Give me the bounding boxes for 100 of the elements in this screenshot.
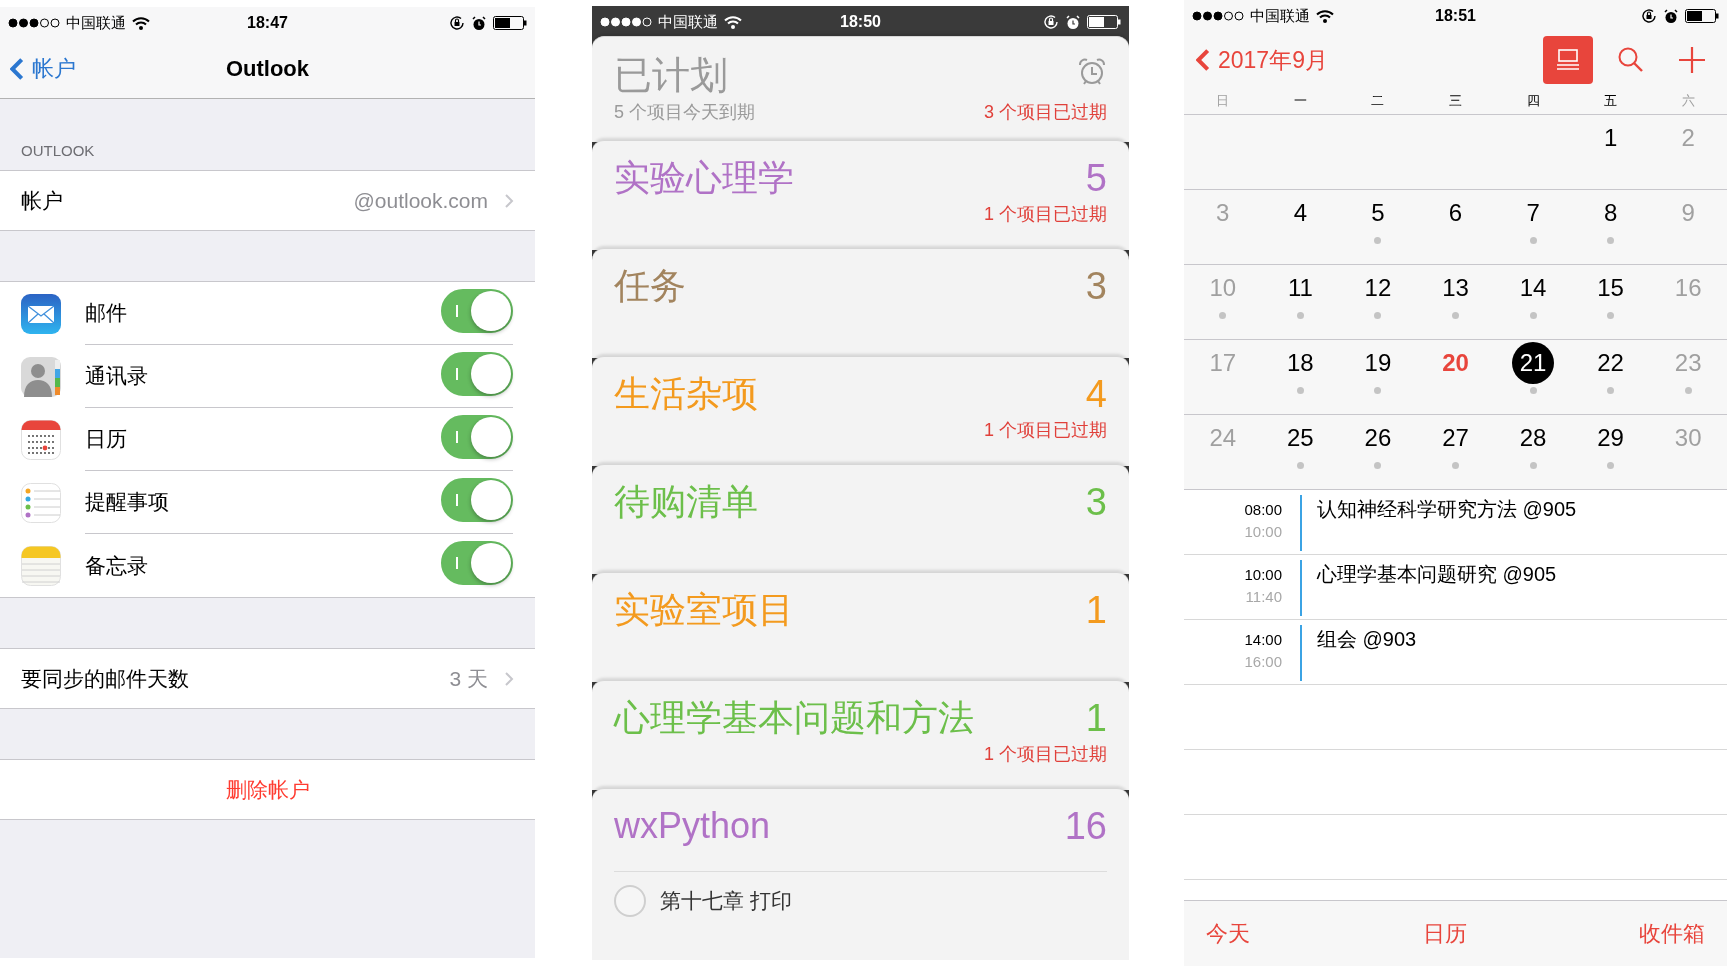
back-chevron-icon (1196, 48, 1210, 72)
carrier-name: 中国联通 (658, 11, 718, 32)
status-time: 18:47 (247, 13, 288, 33)
day-number[interactable]: 29 (1589, 417, 1632, 459)
overdue-text: 3 个项目已过期 (984, 101, 1107, 124)
toggle-label: 提醒事项 (85, 489, 169, 516)
toggle-switch[interactable] (441, 288, 513, 333)
notepad-icon (21, 545, 61, 586)
screen-title: Outlook (225, 55, 310, 83)
list-view-button[interactable] (1543, 36, 1593, 84)
battery-icon (493, 16, 527, 30)
rotation-lock-icon (449, 15, 465, 31)
signal-icon (8, 18, 60, 28)
row-label: 帐户 (21, 187, 63, 214)
delete-account-button[interactable]: 删除帐户 (0, 759, 535, 820)
toggle-switch[interactable] (441, 414, 513, 459)
toggle-label: 邮件 (85, 300, 127, 327)
reminder-text: 第十七章 打印 (660, 888, 792, 915)
alarm-clock-icon (1077, 57, 1107, 87)
list-name: wxPython (614, 804, 771, 848)
list-count: 3 (1085, 264, 1107, 309)
list-name: 心理学基本问题和方法 (614, 696, 974, 740)
add-button[interactable] (1679, 47, 1705, 73)
signal-icon (1192, 11, 1244, 21)
rotation-lock-icon (1641, 8, 1657, 24)
toggle-switch[interactable] (441, 351, 513, 396)
day-number[interactable]: 12 (1356, 267, 1399, 309)
day-number[interactable]: 19 (1356, 342, 1399, 384)
list-name: 待购清单 (614, 480, 758, 524)
event-title: 心理学基本问题研究 @905 (1317, 562, 1557, 587)
wifi-icon (132, 16, 150, 30)
event-start-time: 08:00 (1244, 500, 1282, 520)
day-number[interactable]: 20 (1434, 342, 1477, 384)
day-number[interactable]: 21 (1512, 342, 1555, 384)
back-button[interactable]: 帐户 (10, 52, 76, 85)
toggle-label: 日历 (85, 426, 127, 453)
day-number[interactable]: 15 (1589, 267, 1632, 309)
day-number[interactable]: 13 (1434, 267, 1477, 309)
list-name: 实验心理学 (614, 156, 794, 200)
list-card[interactable]: wxPython 16 第十七章 打印 (592, 788, 1129, 960)
toggle-switch[interactable] (441, 541, 513, 585)
event-end-time: 10:00 (1244, 522, 1282, 542)
list-card[interactable]: 心理学基本问题和方法 1 1 个项目已过期 (592, 680, 1129, 790)
overdue-text: 1 个项目已过期 (984, 743, 1107, 766)
event-row[interactable]: 08:00 10:00 认知神经科学研究方法 @905 (1184, 490, 1727, 555)
weekday-label: 四 (1526, 92, 1540, 111)
calendar-icon (21, 419, 61, 460)
sync-days-row[interactable]: 要同步的邮件天数 3 天 (0, 648, 535, 709)
reminder-checkbox[interactable] (614, 885, 646, 917)
day-number[interactable]: 25 (1279, 417, 1322, 459)
overdue-text: 1 个项目已过期 (984, 419, 1107, 442)
row-value: 3 天 (449, 665, 488, 692)
day-number[interactable]: 8 (1589, 192, 1632, 234)
contacts-icon (21, 356, 61, 397)
list-count: 1 (1085, 696, 1107, 741)
weekday-label: 日 (1216, 92, 1230, 111)
day-number[interactable]: 28 (1512, 417, 1555, 459)
day-number[interactable]: 18 (1279, 342, 1322, 384)
list-count: 16 (1064, 804, 1107, 849)
wifi-icon (1316, 9, 1334, 23)
overdue-text: 1 个项目已过期 (984, 203, 1107, 226)
day-number[interactable]: 4 (1279, 192, 1322, 234)
search-button[interactable] (1617, 46, 1645, 74)
carrier-name: 中国联通 (66, 12, 126, 33)
wifi-icon (724, 15, 742, 29)
day-number[interactable]: 11 (1279, 267, 1322, 309)
day-number[interactable]: 1 (1589, 117, 1632, 159)
list-count: 4 (1085, 372, 1107, 417)
month-back-button[interactable]: 2017年9月 (1196, 42, 1328, 78)
tab-button[interactable]: 收件箱 (1639, 917, 1705, 950)
weekday-label: 一 (1293, 92, 1307, 111)
day-number[interactable]: 7 (1512, 192, 1555, 234)
weekday-label: 六 (1681, 92, 1695, 111)
event-row[interactable]: 10:00 11:40 心理学基本问题研究 @905 (1184, 555, 1727, 620)
day-number[interactable]: 6 (1434, 192, 1477, 234)
day-number[interactable]: 5 (1356, 192, 1399, 234)
alarm-icon (1066, 14, 1080, 30)
tab-button[interactable]: 今天 (1206, 917, 1250, 950)
account-row[interactable]: 帐户 @outlook.com (0, 170, 535, 231)
envelope-icon (21, 293, 61, 334)
tab-button[interactable]: 日历 (1422, 917, 1467, 950)
battery-icon (1087, 15, 1121, 29)
toggle-switch[interactable] (441, 477, 513, 522)
event-end-time: 16:00 (1244, 652, 1282, 672)
scheduled-title: 已计划 (614, 53, 728, 97)
day-number[interactable]: 26 (1356, 417, 1399, 459)
search-icon (1617, 46, 1645, 74)
chevron-icon (504, 192, 514, 209)
battery-icon (1685, 9, 1719, 23)
alarm-icon (1664, 8, 1678, 24)
toggle-label: 备忘录 (85, 552, 148, 579)
list-count: 3 (1085, 480, 1107, 525)
day-number[interactable]: 22 (1589, 342, 1632, 384)
day-number[interactable]: 14 (1512, 267, 1555, 309)
event-row[interactable]: 14:00 16:00 组会 @903 (1184, 620, 1727, 685)
list-card[interactable]: 生活杂项 4 1 个项目已过期 (592, 356, 1129, 466)
event-start-time: 14:00 (1244, 630, 1282, 650)
day-number[interactable]: 27 (1434, 417, 1477, 459)
list-card[interactable]: 实验心理学 5 1 个项目已过期 (592, 140, 1129, 250)
event-title: 认知神经科学研究方法 @905 (1317, 497, 1577, 522)
